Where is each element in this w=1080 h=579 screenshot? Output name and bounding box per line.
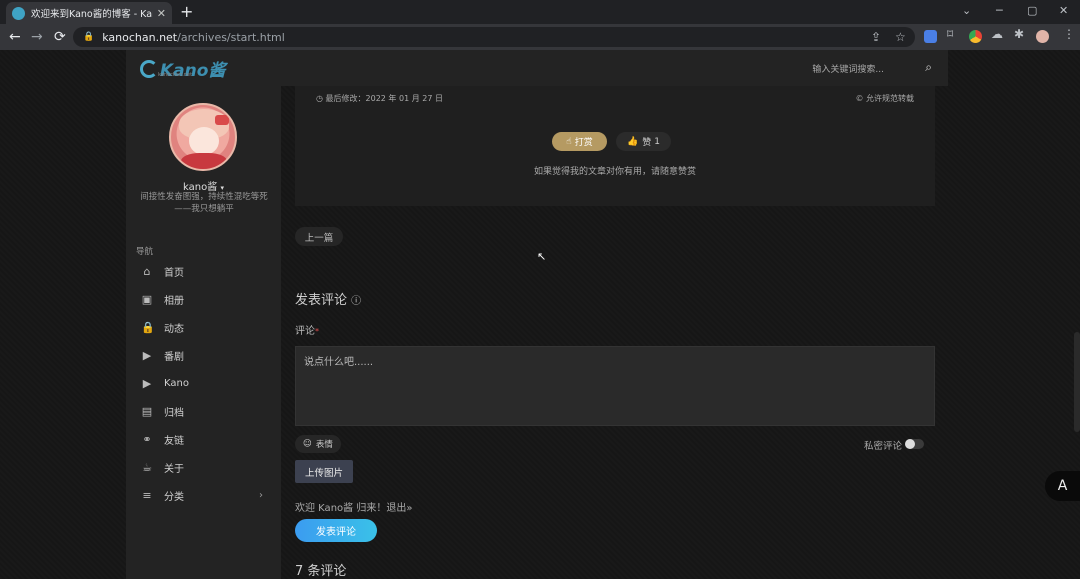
browser-toolbar: ← → ⟳ 🔒 kanochan.net/archives/start.html… [0,24,1080,50]
reward-button[interactable]: ☝ 打赏 [552,132,607,151]
back-icon[interactable]: ← [9,28,21,46]
sidebar-item-9[interactable]: ≡ 分类 › [126,481,281,509]
sidebar-item-3[interactable]: 🔒 动态 [126,313,281,341]
prev-post-button[interactable]: 上一篇 [295,227,343,246]
sidebar-item-label: 番剧 [164,351,184,363]
link-icon: ⚭ [142,432,152,446]
tab-search-icon[interactable]: ⌄ [962,3,971,19]
tab-title: 欢迎来到Kano酱的博客 - Kano酱 [31,9,153,20]
sidebar-item-label: 归档 [164,407,184,419]
star-icon[interactable]: ☆ [895,30,906,44]
address-bar[interactable]: 🔒 kanochan.net/archives/start.html ⇪ ☆ [73,27,915,47]
avatar[interactable] [169,103,237,171]
cloud-icon[interactable]: ☁ [991,27,1003,41]
toggle-knob [905,439,915,449]
thumbs-up-icon: 👍 [627,136,639,147]
sidebar-item-2[interactable]: ▣ 相册 [126,285,281,313]
required-mark: * [315,327,319,336]
kebab-menu-icon[interactable]: ⋮ [1063,27,1075,41]
site-header: Kano酱 kanochan.net 输入关键词搜索... ⌕ [126,50,948,86]
home-icon: ⌂ [143,264,151,278]
post-footer-card: ◷ 最后修改：2022 年 01 月 27 日 © 允许规范转载 ☝ 打赏 👍 赞 … [295,86,935,206]
sidebar-item-label: 首页 [164,267,184,279]
sidebar-item-1[interactable]: ⌂ 首页 [126,257,281,285]
page: Kano酱 kanochan.net 输入关键词搜索... ⌕ kano酱 ▾ … [0,50,1080,579]
search-input[interactable]: 输入关键词搜索... [812,62,884,75]
sidebar: kano酱 ▾ 间接性发奋图强，持续性混吃等死 ——我只想躺平 导航 ⌂ 首页 ▣ 相… [126,86,281,579]
forward-icon[interactable]: → [31,28,43,46]
tab-close-icon[interactable]: ✕ [157,7,166,20]
float-action-button[interactable]: A [1045,471,1080,501]
archive-icon: ▤ [141,404,153,418]
sidebar-item-5[interactable]: ▶ Kano [126,369,281,397]
comment-textarea[interactable] [295,346,935,426]
smile-icon: ☺ [303,439,312,449]
clock-icon: ◷ [316,94,323,103]
sidebar-item-6[interactable]: ▤ 归档 [126,397,281,425]
main-content: ◷ 最后修改：2022 年 01 月 27 日 © 允许规范转载 ☝ 打赏 👍 赞 … [295,86,935,579]
sidebar-item-8[interactable]: ☕ 关于 [126,453,281,481]
sidebar-item-7[interactable]: ⚭ 友链 [126,425,281,453]
image-icon: ▣ [141,292,153,306]
play-icon: ▶ [142,376,152,390]
logo-subtitle: kanochan.net [158,72,193,78]
logout-link[interactable]: 退出» [386,503,412,514]
hand-icon: ☝ [566,136,572,147]
welcome-text: 欢迎 Kano酱 归来！退出» [295,503,413,514]
url-host: kanochan.net [102,30,178,44]
translate-icon[interactable] [924,30,937,43]
url-path: /archives/start.html [177,30,285,44]
last-modified: ◷ 最后修改：2022 年 01 月 27 日 [316,94,443,103]
upload-image-button[interactable]: 上传图片 [295,460,353,483]
share-icon[interactable]: ⇪ [871,30,881,44]
minimize-icon[interactable]: ─ [996,3,1003,19]
sidebar-item-label: 相册 [164,295,184,307]
sidebar-item-label: 分类 [164,491,184,503]
private-comment-toggle[interactable] [905,439,924,449]
scrollbar-thumb[interactable] [1074,332,1080,432]
nav-section-title: 导航 [136,247,154,257]
user-bio: 间接性发奋图强，持续性混吃等死 ——我只想躺平 [140,192,268,214]
reload-icon[interactable]: ⟳ [54,28,66,46]
sidebar-item-4[interactable]: ▶ 番剧 [126,341,281,369]
chrome-icon[interactable] [969,30,982,43]
sidebar-item-label: 关于 [164,463,184,475]
submit-comment-button[interactable]: 发表评论 [295,519,377,542]
license-text: © 允许规范转载 [855,94,914,103]
search-icon[interactable]: ⌕ [925,60,932,75]
reward-tip: 如果觉得我的文章对你有用，请随意赞赏 [533,167,696,177]
list-icon: ≡ [142,488,152,502]
profile-avatar-icon[interactable] [1036,30,1049,43]
coffee-icon: ☕ [142,460,152,474]
browser-tab[interactable]: 欢迎来到Kano酱的博客 - Kano酱 ✕ [6,2,172,24]
sidebar-item-label: Kano [164,377,189,389]
lock-icon: 🔒 [141,320,155,334]
sidebar-item-label: 动态 [164,323,184,335]
comment-section-title: 发表评论 ⓘ [295,293,362,308]
new-tab-button[interactable]: + [180,2,193,22]
maximize-icon[interactable]: ▢ [1027,3,1037,19]
mouse-cursor-icon: ↖ [537,250,547,263]
emoji-button[interactable]: ☺ 表情 [295,435,341,453]
site-favicon-icon [12,6,25,20]
puzzle-icon[interactable]: ✱ [1014,27,1024,41]
bookmark-icon[interactable]: ⌑ [947,27,953,41]
close-window-icon[interactable]: ✕ [1059,3,1068,19]
play-icon: ▶ [142,348,152,362]
like-button[interactable]: 👍 赞 1 [616,132,671,151]
private-comment-label: 私密评论 [864,441,903,452]
logo-mark-icon [140,59,158,78]
info-icon[interactable]: ⓘ [351,296,361,307]
comment-field-label: 评论* [295,326,319,337]
browser-tab-bar: 欢迎来到Kano酱的博客 - Kano酱 ✕ + ⌄ ─ ▢ ✕ [0,0,1080,24]
like-count: 1 [654,136,660,147]
comment-count: 7 条评论 [295,564,347,579]
chevron-right-icon: › [259,489,263,501]
sidebar-item-label: 友链 [164,435,184,447]
lock-icon[interactable]: 🔒 [83,32,94,42]
